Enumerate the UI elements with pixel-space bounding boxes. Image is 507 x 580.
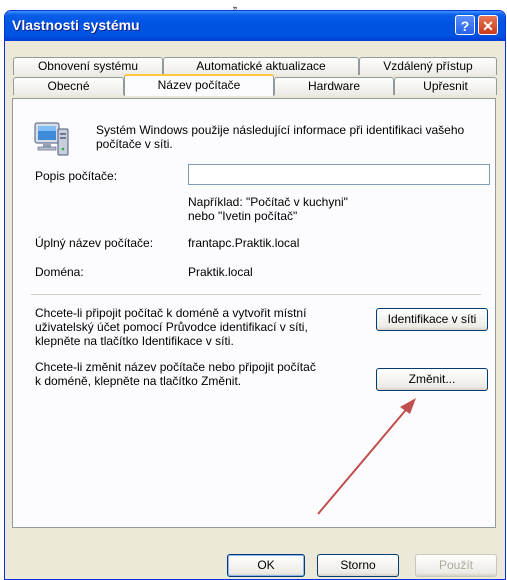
tab-computer-name[interactable]: Název počítače [124,74,274,96]
